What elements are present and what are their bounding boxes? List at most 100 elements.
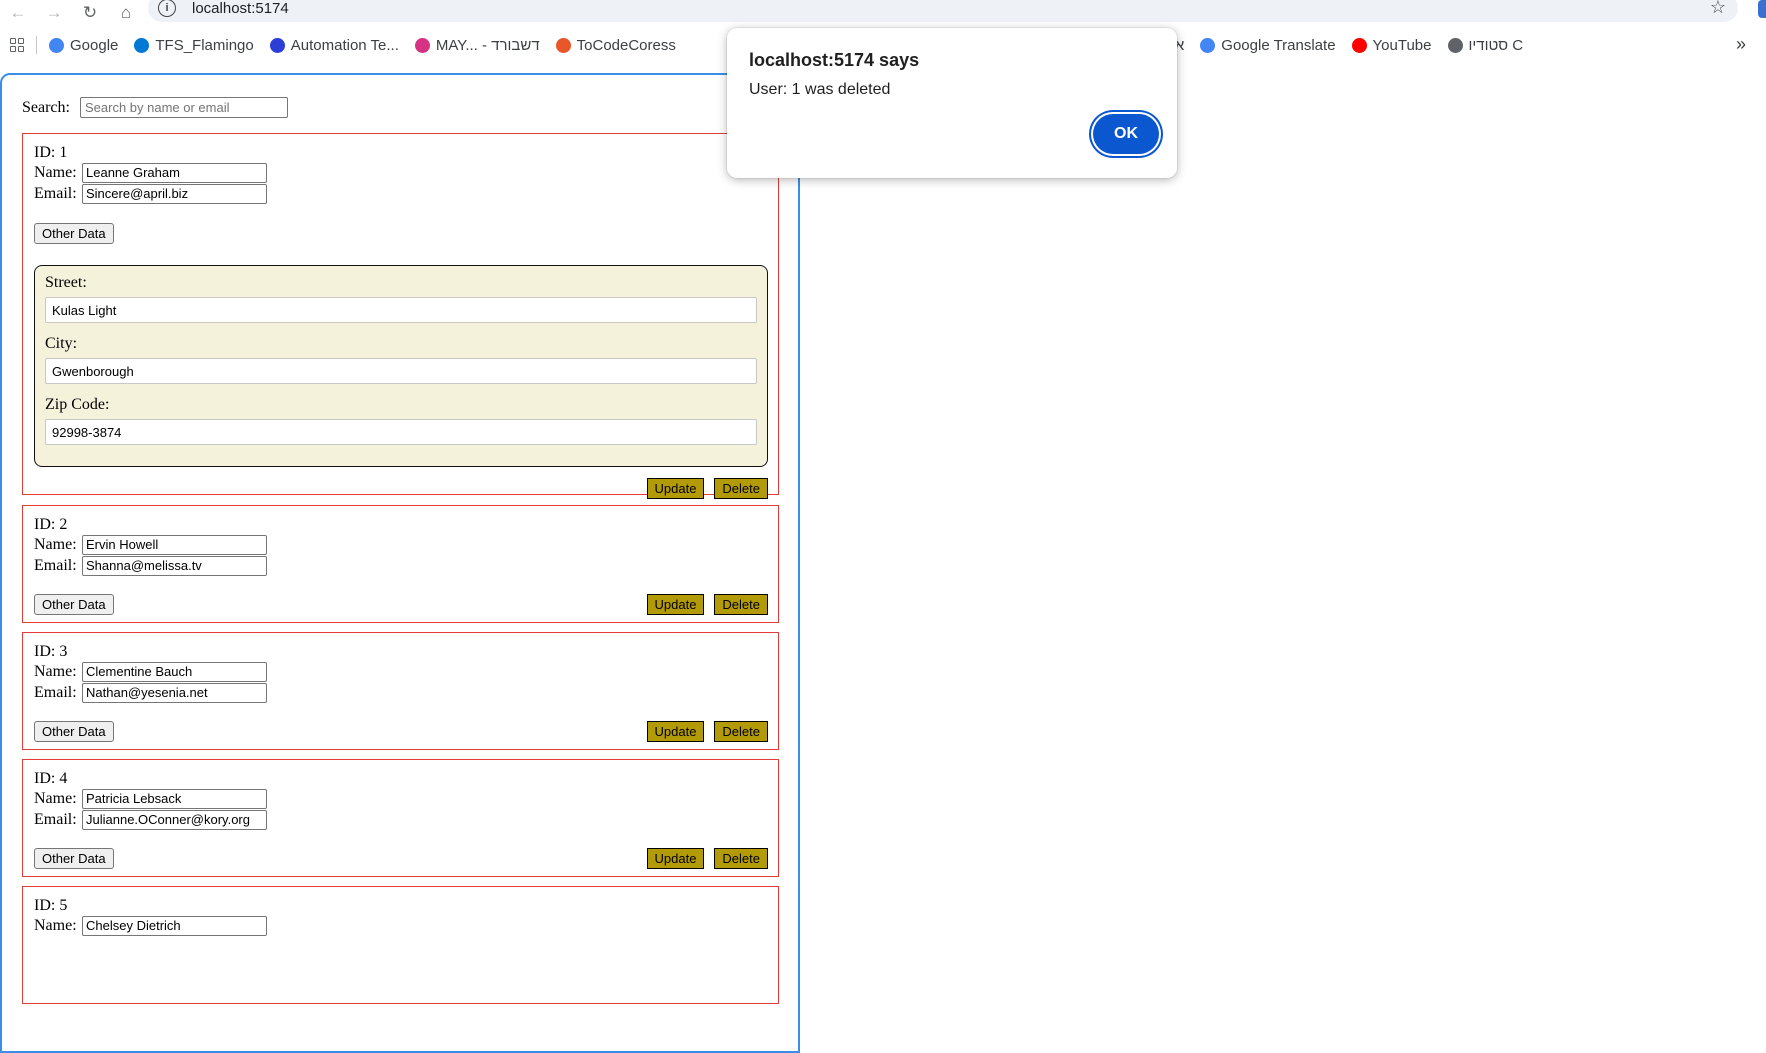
city-label: City: (45, 335, 78, 352)
other-data-button[interactable]: Other Data (34, 848, 114, 869)
bookmark-label: TFS_Flamingo (155, 36, 254, 54)
street-label: Street: (45, 274, 87, 291)
user-id: ID: 4 (34, 770, 68, 787)
other-data-button[interactable]: Other Data (34, 721, 114, 742)
name-input[interactable] (82, 915, 267, 936)
name-row: Name: (34, 534, 767, 555)
update-button[interactable]: Update (646, 478, 705, 499)
more-bookmarks-icon[interactable]: » (1736, 34, 1746, 55)
user-id: ID: 5 (34, 897, 68, 914)
name-label: Name: (34, 789, 77, 807)
search-input[interactable] (79, 97, 288, 118)
browser-toolbar: ← → ↻ ⌂ i localhost:5174 ☆ (0, 0, 1766, 26)
address-bar[interactable]: i localhost:5174 ☆ (148, 0, 1738, 22)
update-button[interactable]: Update (646, 721, 705, 742)
name-input[interactable] (82, 162, 267, 183)
street-input[interactable] (45, 297, 757, 323)
dialog-message: User: 1 was deleted (749, 81, 891, 98)
bookmark-item[interactable]: MAY... - דשבורד (414, 36, 540, 54)
app-container: Search: ID: 1 Name: Email: Other Data Street… (0, 73, 800, 1053)
name-label: Name: (34, 535, 77, 553)
bookmark-label: Google (70, 36, 119, 54)
bookmark-item[interactable]: Automation Te... (269, 36, 399, 54)
google-icon (49, 37, 64, 53)
bookmark-label: MAY... - דשבורד (435, 36, 540, 54)
email-row: Email: (34, 682, 767, 703)
name-input[interactable] (82, 788, 267, 809)
bookmark-label: סטודיו C (1468, 36, 1524, 54)
zip-input[interactable] (45, 419, 757, 445)
zip-label: Zip Code: (45, 396, 110, 413)
heart-icon (414, 37, 430, 53)
name-label: Name: (34, 662, 77, 680)
globe-icon (1447, 37, 1463, 53)
delete-button[interactable]: Delete (714, 478, 768, 499)
bookmark-item[interactable]: TFS_Flamingo (134, 36, 254, 54)
alert-dialog: localhost:5174 says User: 1 was deleted … (727, 28, 1177, 178)
bookmark-label: Automation Te... (290, 36, 399, 54)
city-input[interactable] (45, 358, 757, 384)
name-input[interactable] (82, 534, 267, 555)
bookmark-label: YouTube (1372, 36, 1432, 54)
update-button[interactable]: Update (646, 594, 705, 615)
name-label: Name: (34, 916, 77, 934)
user-id: ID: 1 (34, 144, 68, 161)
other-data-button[interactable]: Other Data (34, 594, 114, 615)
address-bar-url[interactable]: localhost:5174 (192, 0, 289, 17)
email-input[interactable] (82, 809, 267, 830)
bookmark-item[interactable]: Google Translate (1200, 36, 1336, 54)
name-label: Name: (34, 163, 77, 181)
email-label: Email: (34, 184, 77, 202)
card-actions: Update Delete (646, 594, 768, 615)
bookmark-item[interactable]: Google (49, 37, 118, 54)
home-icon[interactable]: ⌂ (108, 2, 144, 24)
bookmark-label: Google Translate (1221, 36, 1336, 54)
back-icon[interactable]: ← (0, 2, 36, 24)
site-info-icon[interactable]: i (158, 0, 176, 17)
forward-icon[interactable]: → (36, 2, 72, 24)
user-card: ID: 5 Name: (22, 886, 779, 1004)
name-row: Name: (34, 915, 767, 936)
bookmark-item[interactable]: ToCodeCoress (555, 36, 676, 54)
update-button[interactable]: Update (646, 848, 705, 869)
bookmark-item[interactable]: YouTube (1351, 36, 1432, 54)
translate-icon (1200, 37, 1216, 53)
name-row: Name: (34, 162, 767, 183)
delete-button[interactable]: Delete (714, 594, 768, 615)
delete-button[interactable]: Delete (714, 848, 768, 869)
search-label: Search: (22, 98, 70, 116)
azure-devops-icon (134, 37, 150, 53)
other-data-button[interactable]: Other Data (34, 223, 114, 244)
name-input[interactable] (82, 661, 267, 682)
user-card: ID: 1 Name: Email: Other Data Street: City: Zi… (22, 133, 779, 499)
email-row: Email: (34, 555, 767, 576)
email-row: Email: (34, 809, 767, 830)
user-id: ID: 2 (34, 516, 68, 533)
card-actions: Update Delete (646, 848, 768, 869)
youtube-icon (1351, 37, 1367, 53)
address-panel: Street: City: Zip Code: (34, 265, 768, 467)
bookmark-star-icon[interactable]: ☆ (1710, 0, 1726, 18)
email-row: Email: (34, 183, 767, 204)
p-logo-icon (269, 37, 285, 53)
user-id: ID: 3 (34, 643, 68, 660)
delete-button[interactable]: Delete (714, 721, 768, 742)
apps-grid-icon[interactable] (10, 38, 24, 52)
profile-icon[interactable] (1758, 0, 1766, 18)
dialog-title: localhost:5174 says (749, 50, 920, 70)
card-actions: Update Delete (646, 478, 768, 499)
user-card: ID: 4 Name: Email: Other Data Update Delete (22, 759, 779, 877)
email-label: Email: (34, 683, 77, 701)
search-row: Search: (22, 97, 288, 118)
email-input[interactable] (82, 682, 267, 703)
email-input[interactable] (82, 183, 267, 204)
reload-icon[interactable]: ↻ (72, 2, 108, 24)
name-row: Name: (34, 788, 767, 809)
bookmark-label: ToCodeCoress (576, 36, 676, 54)
email-input[interactable] (82, 555, 267, 576)
dialog-ok-button[interactable]: OK (1093, 114, 1159, 154)
bookmarks-divider (36, 36, 37, 54)
user-card: ID: 3 Name: Email: Other Data Update Delete (22, 632, 779, 750)
email-label: Email: (34, 810, 77, 828)
bookmark-item[interactable]: סטודיו C (1447, 36, 1524, 54)
